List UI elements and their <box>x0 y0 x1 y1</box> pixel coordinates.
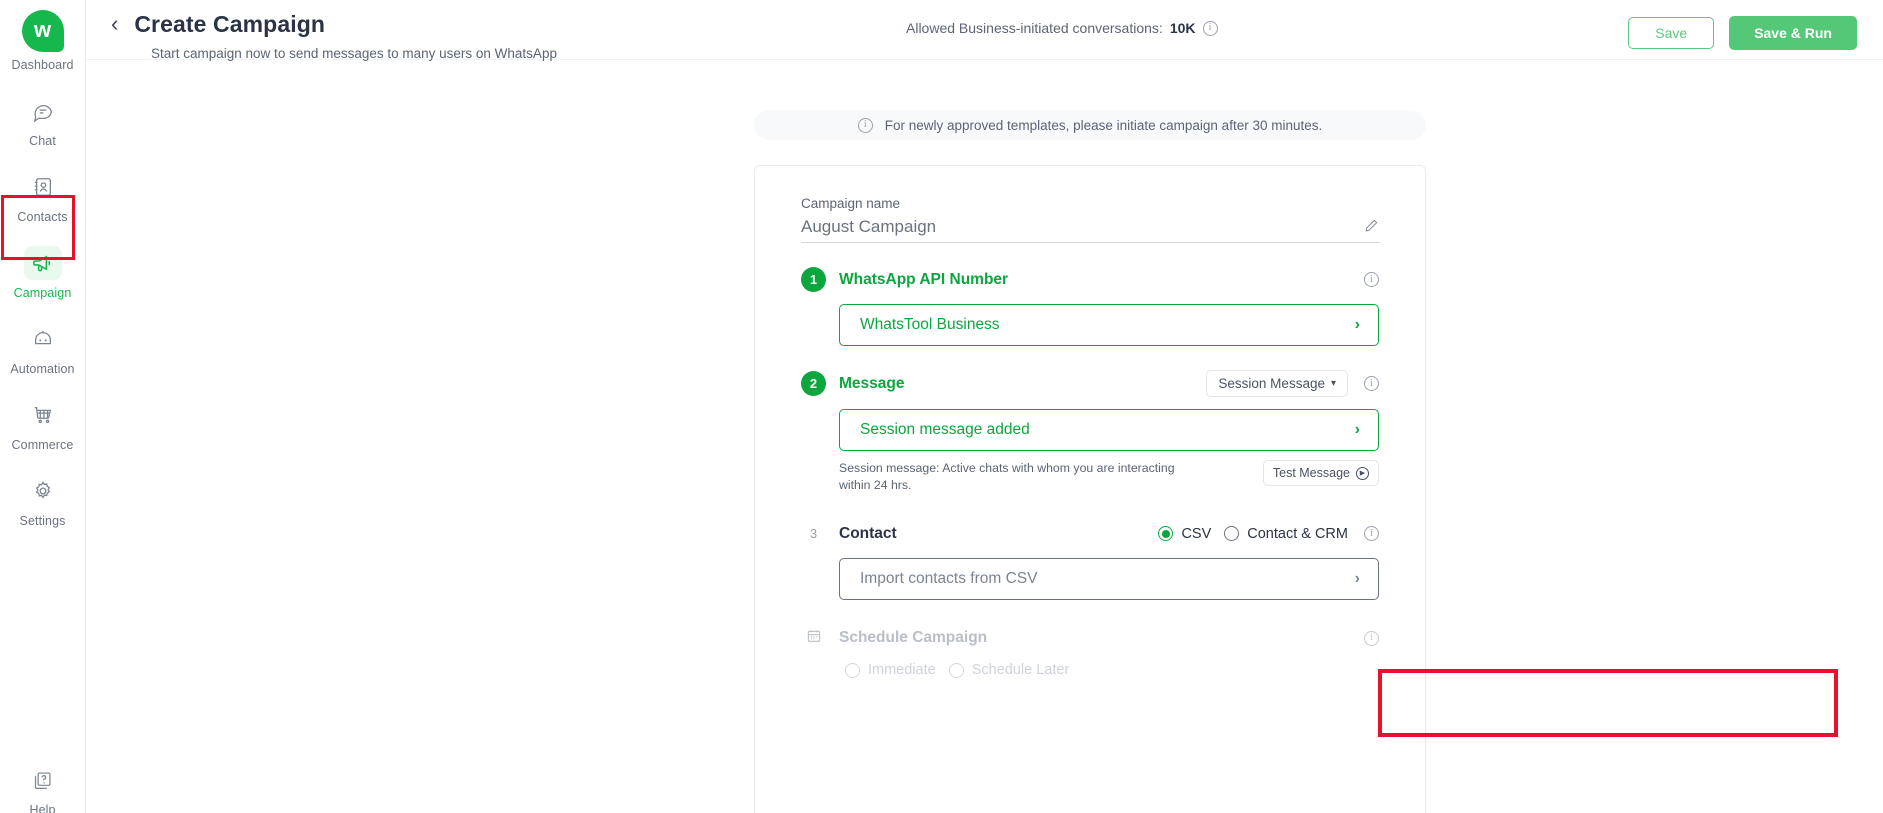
import-csv-highlight-box <box>1378 669 1838 737</box>
message-type-value: Session Message <box>1218 376 1325 391</box>
sidebar-item-automation[interactable]: Automation <box>0 322 85 376</box>
sidebar-item-chat[interactable]: Chat <box>0 94 85 148</box>
app-root: w Dashboard Chat Contacts Campaign Autom… <box>0 0 1883 813</box>
message-value: Session message added <box>860 421 1030 438</box>
allowance-value: 10K <box>1169 20 1196 36</box>
step-whatsapp-api-number: 1 WhatsApp API Number i WhatsTool Busine… <box>801 267 1379 346</box>
robot-icon <box>24 322 62 356</box>
message-select[interactable]: Session message added › <box>839 409 1379 451</box>
sidebar-item-label: Settings <box>19 514 66 528</box>
save-and-run-button[interactable]: Save & Run <box>1729 16 1857 50</box>
schedule-radios: Immediate Schedule Later <box>845 662 1379 678</box>
play-circle-icon: ▶ <box>1356 466 1369 480</box>
campaign-name-field: Campaign name August Campaign <box>801 196 1379 243</box>
allowance-info: Allowed Business-initiated conversations… <box>906 20 1218 36</box>
step-number-badge: 2 <box>801 371 826 396</box>
step-contact: 3 Contact CSV Contact & CRM i Import con… <box>801 521 1379 601</box>
sidebar-item-label: Dashboard <box>11 58 74 72</box>
radio-label: CSV <box>1181 525 1212 542</box>
sidebar-item-dashboard[interactable]: w Dashboard <box>0 0 85 72</box>
save-button[interactable]: Save <box>1628 17 1715 49</box>
chevron-left-icon[interactable]: ‹ <box>111 12 118 35</box>
step-title: WhatsApp API Number <box>839 270 1009 288</box>
help-question-icon <box>24 763 62 797</box>
radio-indicator <box>1158 526 1174 542</box>
test-message-label: Test Message <box>1272 466 1350 480</box>
sidebar-item-label: Automation <box>10 362 75 376</box>
radio-indicator <box>1224 526 1240 542</box>
sidebar-item-contacts[interactable]: Contacts <box>0 170 85 224</box>
banner-text: For newly approved templates, please ini… <box>884 117 1323 133</box>
sidebar-item-help[interactable]: Help <box>0 763 85 813</box>
template-notice-banner: i For newly approved templates, please i… <box>754 110 1426 140</box>
contact-source-radios: CSV Contact & CRM <box>1158 526 1348 542</box>
sidebar-item-label: Commerce <box>11 438 74 452</box>
radio-schedule-later[interactable]: Schedule Later <box>948 662 1070 679</box>
megaphone-icon <box>23 246 62 280</box>
radio-immediate[interactable]: Immediate <box>845 662 936 678</box>
chat-bubble-icon <box>24 94 62 128</box>
radio-contact-crm[interactable]: Contact & CRM <box>1224 526 1348 542</box>
sidebar-item-settings[interactable]: Settings <box>0 474 85 528</box>
sidebar-item-label: Campaign <box>13 286 72 300</box>
radio-indicator <box>948 662 964 678</box>
import-contacts-label: Import contacts from CSV <box>860 570 1038 588</box>
radio-label: Immediate <box>868 662 936 679</box>
import-contacts-csv-button[interactable]: Import contacts from CSV › <box>839 558 1379 601</box>
info-icon[interactable]: i <box>1364 630 1379 646</box>
whatsapp-number-value: WhatsTool Business <box>860 316 1000 333</box>
step-title: Contact <box>839 524 897 542</box>
radio-csv[interactable]: CSV <box>1158 526 1211 542</box>
message-type-dropdown[interactable]: Session Message ▾ <box>1206 370 1348 397</box>
chevron-down-icon: ▾ <box>1330 378 1336 389</box>
sidebar: w Dashboard Chat Contacts Campaign Autom… <box>0 0 86 813</box>
radio-label: Contact & CRM <box>1247 525 1348 542</box>
sidebar-item-label: Chat <box>29 134 56 148</box>
top-bar: ‹ Create Campaign Start campaign now to … <box>86 0 1883 61</box>
top-actions: Save Save & Run <box>1628 16 1857 50</box>
calendar-icon <box>801 628 826 648</box>
main-content: ‹ Create Campaign Start campaign now to … <box>86 0 1883 813</box>
logo-letter: w <box>33 17 52 42</box>
campaign-name-input[interactable]: August Campaign <box>801 217 936 237</box>
chevron-right-icon: › <box>1354 570 1360 588</box>
whatsapp-number-select[interactable]: WhatsTool Business › <box>839 304 1379 346</box>
whatstool-logo-icon: w <box>21 10 64 52</box>
pencil-icon[interactable] <box>1364 218 1379 237</box>
info-icon[interactable]: i <box>1364 526 1379 542</box>
campaign-name-label: Campaign name <box>801 196 901 211</box>
info-icon: i <box>857 117 873 133</box>
sidebar-item-label: Help <box>29 803 56 813</box>
contact-book-icon <box>24 170 62 204</box>
test-message-button[interactable]: Test Message ▶ <box>1262 460 1379 486</box>
info-icon[interactable]: i <box>1364 272 1379 287</box>
page-subtitle: Start campaign now to send messages to m… <box>151 46 557 61</box>
step-title: Schedule Campaign <box>839 629 988 647</box>
step-message: 2 Message Session Message ▾ i Session me… <box>801 370 1379 493</box>
sidebar-item-campaign[interactable]: Campaign <box>0 246 85 300</box>
info-icon[interactable]: i <box>1364 376 1379 391</box>
step-number-badge: 1 <box>801 267 826 292</box>
chevron-right-icon: › <box>1354 421 1360 438</box>
sidebar-item-label: Contacts <box>17 210 68 224</box>
campaign-form-card: Campaign name August Campaign 1 WhatsApp… <box>754 165 1838 813</box>
page-title: Create Campaign <box>134 11 325 37</box>
info-icon[interactable]: i <box>1202 20 1218 36</box>
step-title: Message <box>839 374 905 392</box>
sidebar-item-commerce[interactable]: Commerce <box>0 398 85 452</box>
shopping-cart-icon <box>24 398 62 432</box>
session-message-helper: Session message: Active chats with whom … <box>839 461 1175 492</box>
step-number-badge: 3 <box>809 526 818 542</box>
radio-indicator <box>845 662 860 678</box>
radio-label: Schedule Later <box>971 662 1070 679</box>
gear-icon <box>24 474 62 508</box>
chevron-right-icon: › <box>1354 316 1360 333</box>
allowance-label: Allowed Business-initiated conversations… <box>906 20 1163 36</box>
step-schedule-campaign: Schedule Campaign i Immediate Schedule L… <box>801 628 1379 678</box>
